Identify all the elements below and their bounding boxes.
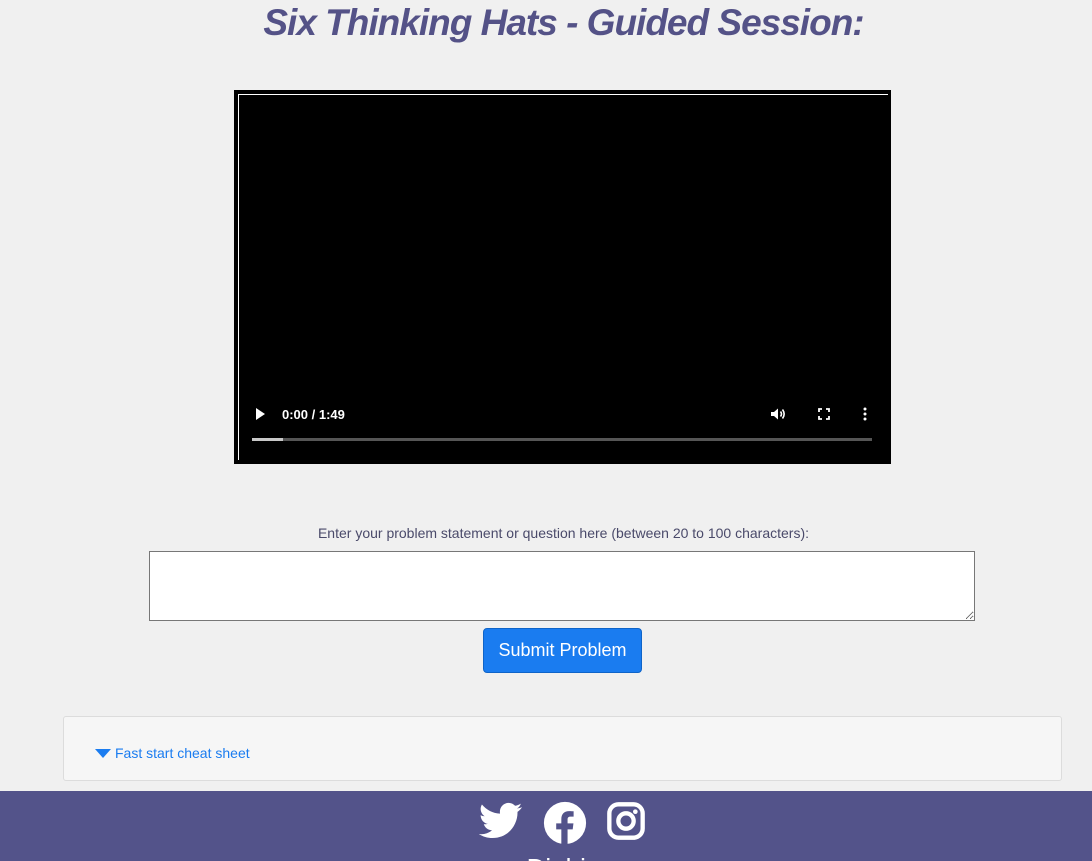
instagram-icon[interactable]	[606, 801, 646, 841]
volume-icon[interactable]	[770, 407, 786, 421]
problem-label: Enter your problem statement or question…	[317, 525, 810, 541]
cheat-sheet-panel: Fast start cheat sheet	[63, 716, 1062, 781]
video-progress-fill	[252, 438, 283, 441]
footer: Digbig	[0, 791, 1092, 861]
video-progress-bar[interactable]	[252, 438, 872, 441]
footer-brand: Digbig	[0, 853, 1092, 861]
cheat-sheet-toggle[interactable]: Fast start cheat sheet	[95, 745, 250, 761]
facebook-icon[interactable]	[543, 801, 587, 845]
caret-down-icon	[95, 748, 111, 758]
video-controls: 0:00 / 1:49	[252, 404, 872, 444]
cheat-sheet-label: Fast start cheat sheet	[115, 745, 250, 761]
problem-input[interactable]	[149, 551, 975, 621]
submit-problem-button[interactable]: Submit Problem	[483, 628, 642, 673]
page-title: Six Thinking Hats - Guided Session:	[263, 2, 864, 43]
fullscreen-icon[interactable]	[818, 408, 830, 420]
twitter-icon[interactable]	[479, 801, 523, 841]
video-time: 0:00 / 1:49	[282, 407, 345, 422]
more-options-icon[interactable]	[862, 407, 868, 421]
play-icon[interactable]	[256, 408, 265, 420]
video-player[interactable]: 0:00 / 1:49	[234, 90, 891, 464]
